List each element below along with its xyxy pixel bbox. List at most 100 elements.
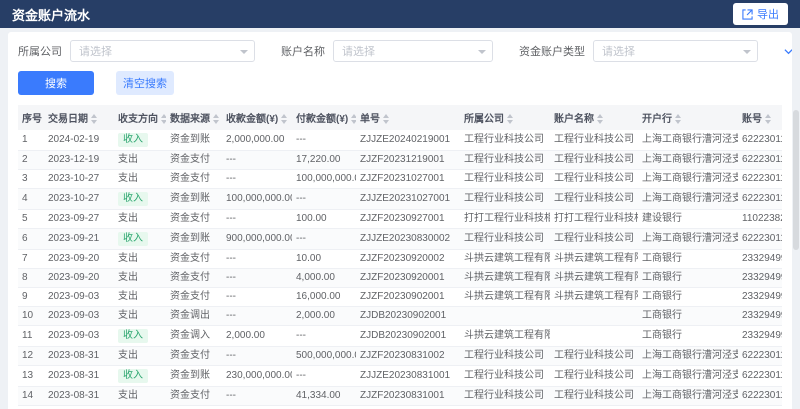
- cell-date: 2023-09-20: [44, 250, 114, 269]
- account-type-select[interactable]: 请选择: [593, 40, 758, 62]
- column-header[interactable]: 账号: [738, 105, 782, 130]
- column-header[interactable]: 付款金额(¥): [292, 105, 356, 130]
- column-header[interactable]: 数据来源: [166, 105, 222, 130]
- cell-debit-amount: ---: [292, 406, 356, 409]
- cell-source: 资金支付: [166, 288, 222, 307]
- sort-icons[interactable]: [765, 114, 771, 124]
- cell-source: 资金支付: [166, 250, 222, 269]
- cell-order-number: ZJDB20230902001: [356, 307, 460, 326]
- cell-direction: 支出: [114, 170, 166, 189]
- cell-direction: 支出: [114, 347, 166, 366]
- cell-account-number: 62223011: [738, 229, 782, 250]
- cell-debit-amount: 17,220.00: [292, 151, 356, 170]
- table-header-row: 序号交易日期收支方向 数据来源 收款金额(¥) 付款金额(¥) 单号 所属公司账户名称开户…: [18, 105, 782, 130]
- cell-credit-amount: 100,000,000.00: [222, 189, 292, 210]
- sort-icons[interactable]: [383, 114, 389, 124]
- sort-icons[interactable]: [597, 114, 603, 124]
- column-header[interactable]: 开户行: [638, 105, 738, 130]
- cell-credit-amount: ---: [222, 151, 292, 170]
- cell-account-name: 工程行业科技公司: [550, 229, 638, 250]
- filter-account-type-label: 资金账户类型: [519, 43, 585, 59]
- cell-bank: 上海工商银行漕河泾支行: [638, 229, 738, 250]
- column-label: 开户行: [642, 114, 672, 125]
- cell-debit-amount: ---: [292, 189, 356, 210]
- cell-credit-amount: 30,000,000.00: [222, 406, 292, 409]
- chevron-down-icon: [743, 50, 751, 54]
- column-header[interactable]: 所属公司: [460, 105, 550, 130]
- cell-credit-amount: ---: [222, 347, 292, 366]
- account-name-select[interactable]: 请选择: [333, 40, 493, 62]
- cell-index: 14: [18, 387, 44, 406]
- column-header[interactable]: 收款金额(¥): [222, 105, 292, 130]
- cell-account-number: 62223011: [738, 130, 782, 151]
- company-select[interactable]: 请选择: [70, 40, 255, 62]
- export-button[interactable]: 导出: [733, 3, 788, 25]
- expand-filter-link[interactable]: 展开筛选: [784, 43, 792, 59]
- income-badge: 收入: [118, 329, 148, 343]
- sort-icons[interactable]: [675, 114, 681, 124]
- cell-direction: 支出: [114, 387, 166, 406]
- cell-index: 9: [18, 288, 44, 307]
- column-label: 数据来源: [170, 114, 210, 125]
- cell-credit-amount: ---: [222, 210, 292, 229]
- page-title: 资金账户流水: [12, 5, 90, 24]
- cell-account-name: 工程行业科技公司: [550, 130, 638, 151]
- cell-company: [460, 307, 550, 326]
- cell-source: 资金到账: [166, 189, 222, 210]
- cell-source: 资金支付: [166, 387, 222, 406]
- column-header[interactable]: 单号: [356, 105, 460, 130]
- column-label: 收款金额(¥): [226, 114, 278, 125]
- cell-debit-amount: 2,000.00: [292, 307, 356, 326]
- cell-company: 工程行业科技公司: [460, 130, 550, 151]
- column-header[interactable]: 交易日期: [44, 105, 114, 130]
- table-row: 152023-08-30收入资金到账30,000,000.00---ZJJZE2…: [18, 406, 782, 409]
- sort-icons[interactable]: [161, 114, 166, 124]
- column-label: 单号: [360, 114, 380, 125]
- table-row: 142023-08-31支出资金支付---41,334.00ZJZF202308…: [18, 387, 782, 406]
- cell-credit-amount: ---: [222, 307, 292, 326]
- cell-index: 7: [18, 250, 44, 269]
- cell-debit-amount: 4,000.00: [292, 269, 356, 288]
- sort-icons[interactable]: [281, 114, 287, 124]
- cell-account-name: 工程行业科技公司: [550, 189, 638, 210]
- cell-index: 2: [18, 151, 44, 170]
- sort-icons[interactable]: [213, 114, 219, 124]
- search-button[interactable]: 搜索: [18, 71, 94, 95]
- content-card: 所属公司 请选择 账户名称 请选择 资金账户类型 请选择: [8, 32, 792, 409]
- column-header: 序号: [18, 105, 44, 130]
- cell-bank: 上海工商银行漕河泾支行: [638, 406, 738, 409]
- sort-icons[interactable]: [351, 114, 356, 124]
- cell-account-name: 工程行业科技公司: [550, 347, 638, 366]
- sort-icons[interactable]: [91, 114, 97, 124]
- column-header[interactable]: 账户名称: [550, 105, 638, 130]
- table-row: 12024-02-19收入资金到账2,000,000.00---ZJJZE202…: [18, 130, 782, 151]
- cell-direction: 支出: [114, 288, 166, 307]
- income-badge: 收入: [118, 369, 148, 383]
- column-label: 收支方向: [118, 114, 158, 125]
- cell-direction: 收入: [114, 229, 166, 250]
- cell-bank: 工商银行: [638, 269, 738, 288]
- cell-debit-amount: 16,000.00: [292, 288, 356, 307]
- cell-index: 10: [18, 307, 44, 326]
- cell-account-name: 工程行业科技公司: [550, 170, 638, 189]
- table-row: 52023-09-27支出资金支付---100.00ZJZF2023092700…: [18, 210, 782, 229]
- export-button-label: 导出: [757, 6, 779, 22]
- cell-bank: 上海工商银行漕河泾支行: [638, 151, 738, 170]
- export-icon: [742, 9, 753, 20]
- cell-debit-amount: ---: [292, 229, 356, 250]
- cell-date: 2023-08-31: [44, 387, 114, 406]
- cell-company: 工程行业科技公司: [460, 170, 550, 189]
- clear-search-button[interactable]: 清空搜索: [116, 71, 174, 95]
- table-row: 92023-09-03支出资金支付---16,000.00ZJZF2023090…: [18, 288, 782, 307]
- cell-direction: 支出: [114, 250, 166, 269]
- cell-account-number: 62223011: [738, 387, 782, 406]
- column-header[interactable]: 收支方向: [114, 105, 166, 130]
- cell-order-number: ZJZF20231219001: [356, 151, 460, 170]
- table-row: 22023-12-19支出资金支付---17,220.00ZJZF2023121…: [18, 151, 782, 170]
- cell-source: 资金到账: [166, 130, 222, 151]
- vertical-scrollbar-thumb[interactable]: [793, 110, 799, 250]
- column-label: 序号: [22, 114, 42, 125]
- cell-account-name: 斗拱云建筑工程有限公司: [550, 269, 638, 288]
- cell-account-number: 23329499: [738, 269, 782, 288]
- sort-icons[interactable]: [507, 114, 513, 124]
